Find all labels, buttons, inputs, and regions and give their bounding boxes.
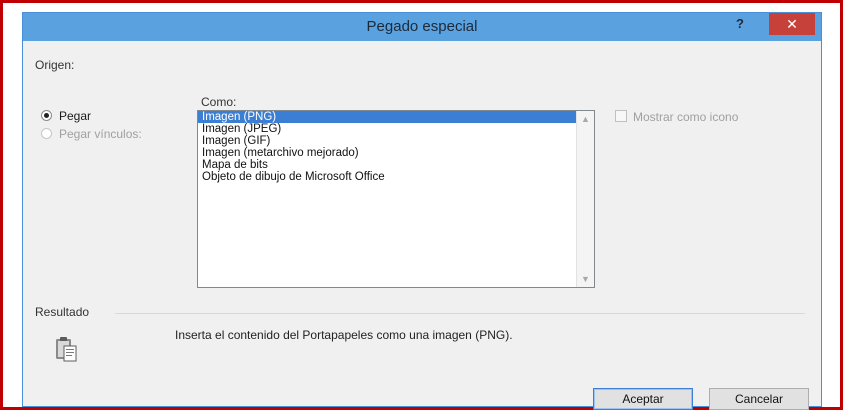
list-item[interactable]: Objeto de dibujo de Microsoft Office (198, 171, 594, 183)
list-item[interactable]: Imagen (PNG) (198, 111, 594, 123)
dialog-title: Pegado especial (366, 18, 478, 35)
clipboard-paste-icon (56, 337, 77, 362)
show-as-icon-label: Mostrar como icono (633, 110, 739, 124)
result-divider (115, 313, 805, 314)
radio-paste-indicator[interactable] (41, 110, 52, 121)
show-as-icon-checkbox[interactable] (615, 110, 627, 122)
cancel-button[interactable]: Cancelar (709, 388, 809, 410)
radio-paste-label: Pegar (59, 109, 92, 123)
close-icon: ✕ (786, 16, 798, 32)
help-button[interactable]: ? (728, 13, 752, 37)
list-item[interactable]: Imagen (GIF) (198, 135, 594, 147)
list-item[interactable]: Mapa de bits (198, 159, 594, 171)
listbox-scrollbar[interactable]: ▲ ▼ (576, 111, 594, 287)
close-button[interactable]: ✕ (769, 13, 815, 35)
source-label: Origen: (35, 58, 75, 72)
radio-paste-link-indicator[interactable] (41, 128, 52, 139)
as-listbox[interactable]: Imagen (PNG) Imagen (JPEG) Imagen (GIF) … (197, 110, 595, 288)
title-bar[interactable]: Pegado especial ? ✕ (23, 13, 821, 41)
scroll-down-arrow-icon[interactable]: ▼ (577, 271, 594, 287)
scroll-up-arrow-icon[interactable]: ▲ (577, 111, 594, 127)
list-item[interactable]: Imagen (JPEG) (198, 123, 594, 135)
radio-paste-link-label: Pegar vínculos: (59, 127, 142, 141)
list-item[interactable]: Imagen (metarchivo mejorado) (198, 147, 594, 159)
result-label: Resultado (35, 305, 90, 319)
as-label: Como: (201, 95, 237, 109)
paste-special-dialog: Pegado especial ? ✕ Origen: Pegar Pegar … (22, 12, 822, 410)
accept-button[interactable]: Aceptar (593, 388, 693, 410)
dialog-body: Origen: Pegar Pegar vínculos: Como: Imag… (23, 41, 821, 410)
result-description: Inserta el contenido del Portapapeles co… (175, 328, 513, 342)
